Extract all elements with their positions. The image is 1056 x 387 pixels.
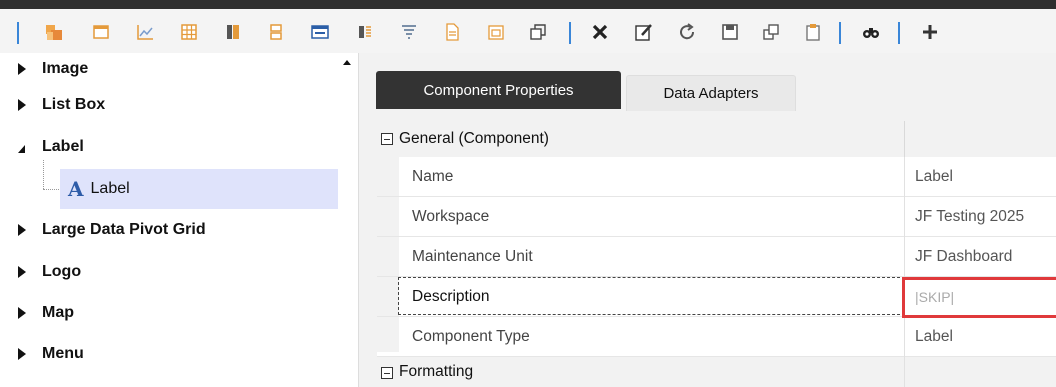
tree-item-label: Large Data Pivot Grid <box>42 221 206 238</box>
column-divider[interactable] <box>904 157 905 387</box>
tree-item-label: Menu <box>42 345 84 362</box>
category-general[interactable]: General (Component) <box>377 121 1056 157</box>
bar-icon[interactable] <box>221 20 245 44</box>
property-row-component-type[interactable]: Component Type Label <box>377 317 1056 357</box>
window-icon[interactable] <box>89 20 113 44</box>
annotation-highlight-box <box>902 277 1056 318</box>
toolbar-separator <box>898 22 900 44</box>
edit-icon[interactable] <box>632 20 656 44</box>
tree-item-image[interactable]: Image <box>18 55 88 83</box>
list-icon[interactable] <box>353 20 377 44</box>
tab-component-properties[interactable]: Component Properties <box>376 71 621 109</box>
tree-connector <box>43 160 44 189</box>
expand-arrow-icon[interactable] <box>18 63 32 75</box>
label-component-icon: A <box>68 177 84 201</box>
tree-item-label: Map <box>42 304 74 321</box>
top-title-strip <box>0 0 1056 9</box>
property-name: Maintenance Unit <box>412 247 533 265</box>
property-row-workspace[interactable]: Workspace JF Testing 2025 <box>377 197 1056 237</box>
collapse-box-icon[interactable] <box>381 367 393 379</box>
property-value[interactable]: Label <box>915 317 953 356</box>
expand-arrow-icon[interactable] <box>18 307 32 319</box>
property-value[interactable]: Label <box>915 157 953 196</box>
property-row-name[interactable]: Name Label <box>377 157 1056 197</box>
property-name: Name <box>412 167 454 185</box>
scroll-up-arrow-icon[interactable] <box>343 60 351 65</box>
binoculars-icon[interactable] <box>859 20 883 44</box>
refresh-icon[interactable] <box>675 20 699 44</box>
category-formatting[interactable]: Formatting <box>377 357 1056 387</box>
property-name: Workspace <box>412 207 490 225</box>
expand-arrow-icon[interactable] <box>18 348 32 360</box>
tree-item-large-data-pivot-grid[interactable]: Large Data Pivot Grid <box>18 216 206 244</box>
component-icon[interactable] <box>42 20 66 44</box>
tree-item-label: List Box <box>42 96 106 113</box>
form-icon[interactable] <box>308 20 332 44</box>
line-chart-icon[interactable] <box>133 20 157 44</box>
toolbar <box>0 9 1056 53</box>
save-icon[interactable] <box>718 20 742 44</box>
tree-item-label-group[interactable]: Label <box>18 133 84 161</box>
tab-data-adapters[interactable]: Data Adapters <box>626 75 796 111</box>
property-row-maintenance-unit[interactable]: Maintenance Unit JF Dashboard <box>377 237 1056 277</box>
copy-icon[interactable] <box>526 20 550 44</box>
tree-item-menu[interactable]: Menu <box>18 340 84 368</box>
property-name: Component Type <box>412 327 530 345</box>
property-value[interactable]: JF Testing 2025 <box>915 197 1024 236</box>
tree-item-map[interactable]: Map <box>18 299 74 327</box>
toolbar-separator <box>17 22 19 44</box>
category-label: General (Component) <box>399 130 549 147</box>
category-label: Formatting <box>399 363 474 380</box>
window-restore-icon[interactable] <box>759 20 783 44</box>
expand-arrow-icon[interactable] <box>18 266 32 278</box>
tree-item-label: Logo <box>42 263 82 280</box>
clipboard-icon[interactable] <box>801 20 825 44</box>
toolbar-separator <box>839 22 841 44</box>
property-value[interactable]: JF Dashboard <box>915 237 1012 276</box>
filter-icon[interactable] <box>397 20 421 44</box>
layout-icon[interactable] <box>264 20 288 44</box>
expand-arrow-icon[interactable] <box>18 99 32 111</box>
collapse-arrow-icon[interactable] <box>18 143 32 153</box>
tree-item-logo[interactable]: Logo <box>18 258 81 286</box>
grid-icon[interactable] <box>177 20 201 44</box>
tree-child-label-item[interactable]: A Label <box>68 177 130 201</box>
column-divider <box>904 121 905 157</box>
expand-arrow-icon[interactable] <box>18 224 32 236</box>
tree-item-list-box[interactable]: List Box <box>18 91 105 119</box>
focus-rectangle <box>398 277 905 315</box>
collapse-box-icon[interactable] <box>381 133 393 145</box>
calendar-icon[interactable] <box>484 20 508 44</box>
tree-child-label: Label <box>90 180 130 197</box>
document-icon[interactable] <box>440 20 464 44</box>
toolbar-separator <box>569 22 571 44</box>
add-icon[interactable] <box>918 20 942 44</box>
tree-item-label: Image <box>42 60 89 77</box>
delete-icon[interactable] <box>588 20 612 44</box>
tree-item-label: Label <box>42 138 84 155</box>
